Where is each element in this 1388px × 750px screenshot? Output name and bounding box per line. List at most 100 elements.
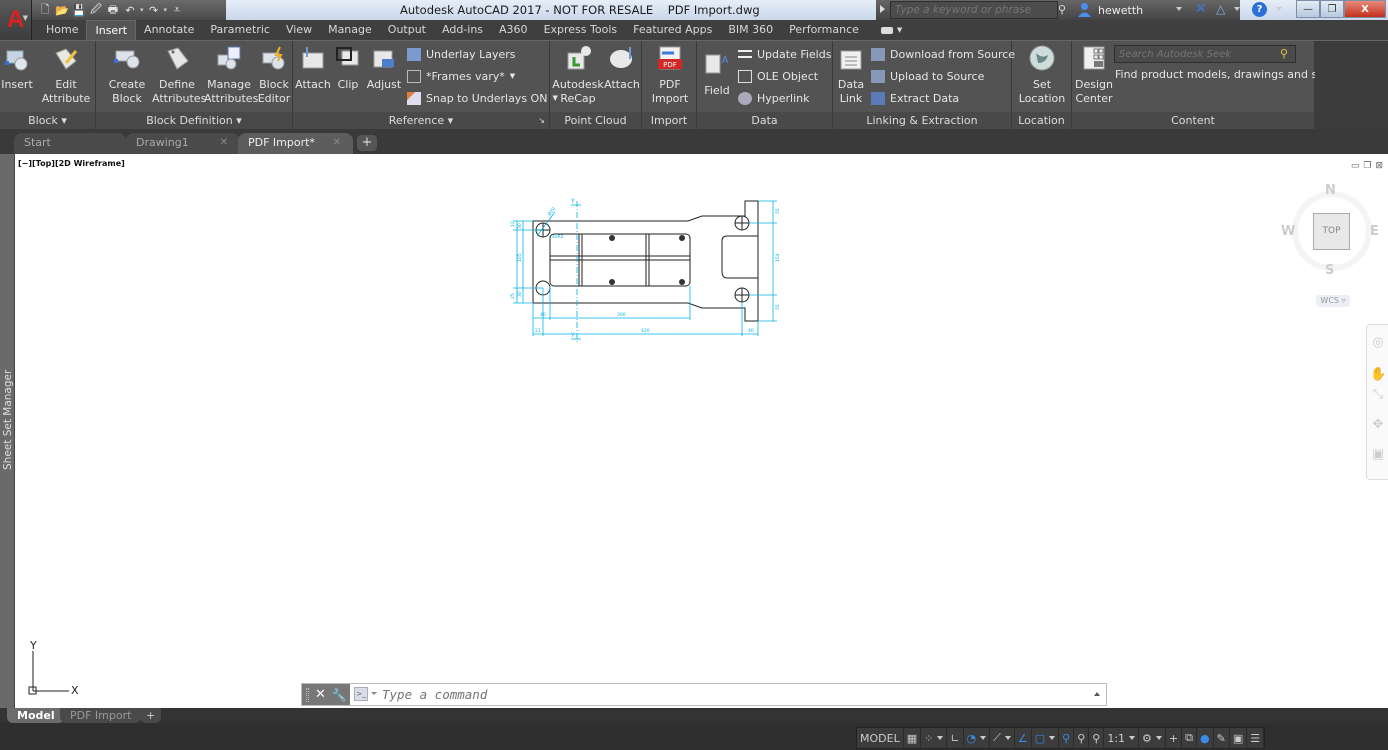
- object-snap-icon[interactable]: ▢: [1032, 727, 1060, 749]
- seek-search-icon[interactable]: ⚲: [1280, 47, 1288, 60]
- quick-properties-icon[interactable]: ●: [1197, 727, 1214, 749]
- plot-icon[interactable]: 🖶: [106, 3, 120, 17]
- tab-parametric[interactable]: Parametric: [202, 20, 278, 40]
- add-layout-button[interactable]: +: [140, 708, 162, 723]
- attach-reference-button[interactable]: Attach: [295, 45, 331, 92]
- cad-drawing[interactable]: 12 30 105 25 30 40 300 21 420 40 55 154 …: [505, 196, 785, 346]
- viewport-controls-label[interactable]: [−][Top][2D Wireframe]: [18, 159, 125, 168]
- upload-to-source-button[interactable]: Upload to Source: [871, 67, 984, 85]
- polar-tracking-icon[interactable]: ◔: [964, 727, 991, 749]
- annotation-visibility-icon[interactable]: ⚲: [1059, 727, 1075, 749]
- point-cloud-attach-button[interactable]: Attach: [604, 45, 640, 92]
- manage-attributes-button[interactable]: Manage Attributes: [204, 45, 258, 106]
- zoom-extents-icon[interactable]: ⤡: [1370, 387, 1386, 403]
- tab-add-ins[interactable]: Add-ins: [434, 20, 491, 40]
- command-input[interactable]: [382, 685, 1062, 704]
- file-tab-drawing1[interactable]: Drawing1 ✕: [126, 133, 240, 154]
- tab-a360[interactable]: A360: [491, 20, 536, 40]
- expand-search-icon[interactable]: [880, 5, 885, 13]
- panel-title-block[interactable]: Block ▾: [0, 112, 95, 130]
- command-history-icon[interactable]: [1094, 692, 1100, 696]
- redo-dropdown-icon[interactable]: ▾: [164, 6, 168, 14]
- steering-wheel-icon[interactable]: ◎: [1370, 335, 1386, 351]
- close-button[interactable]: X: [1344, 0, 1386, 18]
- pan-hand-icon[interactable]: ✋: [1370, 367, 1386, 383]
- file-tab-pdf-import[interactable]: PDF Import* ✕: [238, 133, 353, 154]
- undo-dropdown-icon[interactable]: ▾: [140, 6, 144, 14]
- sheet-set-manager-palette[interactable]: Sheet Set Manager: [0, 154, 15, 708]
- tab-bim-360[interactable]: BIM 360: [720, 20, 781, 40]
- compass-east[interactable]: E: [1370, 224, 1379, 239]
- field-button[interactable]: A Field: [699, 51, 735, 98]
- lock-ui-icon[interactable]: ✎: [1214, 727, 1230, 749]
- wrench-customize-icon[interactable]: 🔧: [332, 688, 347, 702]
- panel-title-block-definition[interactable]: Block Definition ▾: [96, 112, 292, 130]
- showmotion-icon[interactable]: ▣: [1370, 447, 1386, 463]
- snap-to-underlays-dropdown[interactable]: Snap to Underlays ON ▼: [407, 89, 558, 107]
- recent-commands-icon[interactable]: >_: [354, 687, 368, 701]
- close-command-line-icon[interactable]: ✕: [315, 687, 326, 702]
- tab-insert[interactable]: Insert: [86, 20, 137, 40]
- clip-button[interactable]: Clip: [333, 45, 363, 92]
- orbit-icon[interactable]: ✥: [1370, 417, 1386, 433]
- tab-performance[interactable]: Performance: [781, 20, 867, 40]
- ortho-icon[interactable]: ∟: [947, 727, 964, 749]
- new-tab-button[interactable]: +: [357, 135, 377, 151]
- ribbon-display-toggle[interactable]: ▼: [867, 20, 910, 40]
- a360-icon[interactable]: △: [1216, 2, 1225, 16]
- design-center-button[interactable]: Design Center: [1074, 45, 1114, 106]
- adjust-button[interactable]: Adjust: [365, 45, 403, 92]
- saveas-icon[interactable]: 🖉: [89, 3, 103, 17]
- user-dropdown-icon[interactable]: [1176, 7, 1182, 11]
- set-location-button[interactable]: Set Location: [1016, 45, 1068, 106]
- annotation-monitor-icon[interactable]: +: [1166, 727, 1183, 749]
- tab-featured-apps[interactable]: Featured Apps: [625, 20, 720, 40]
- insert-block-button[interactable]: Insert: [0, 45, 34, 92]
- model-space-toggle[interactable]: MODEL: [857, 727, 904, 749]
- underlay-layers-button[interactable]: Underlay Layers: [407, 45, 516, 63]
- wcs-menu[interactable]: WCS ▿: [1316, 295, 1350, 307]
- customize-qat-icon[interactable]: ⩡: [170, 3, 184, 17]
- tab-annotate[interactable]: Annotate: [136, 20, 202, 40]
- snap-mode-icon[interactable]: ⁘: [921, 727, 948, 749]
- recent-commands-dropdown-icon[interactable]: [371, 692, 377, 695]
- viewcube-top-face[interactable]: TOP: [1313, 213, 1350, 250]
- customization-menu-icon[interactable]: ☰: [1247, 727, 1265, 749]
- pdf-import-button[interactable]: PDF PDF Import: [646, 45, 694, 106]
- autodesk-recap-button[interactable]: Autodesk ReCap: [552, 45, 604, 106]
- drawing-canvas[interactable]: [−][Top][2D Wireframe] ▭ ❐ ⊠ 12 30 105 2…: [15, 154, 1388, 708]
- viewport-minimize-icon[interactable]: ▭: [1351, 161, 1360, 171]
- panel-title-reference[interactable]: Reference ▾ ↘: [293, 112, 549, 130]
- new-icon[interactable]: 🗋: [38, 3, 52, 17]
- units-icon[interactable]: ⧉: [1182, 727, 1197, 749]
- edit-attribute-button[interactable]: Edit Attribute: [40, 45, 92, 106]
- help-dropdown-icon[interactable]: [1276, 7, 1282, 11]
- grid-icon[interactable]: ▦: [904, 727, 922, 749]
- open-icon[interactable]: 📂: [55, 4, 69, 17]
- isolate-objects-icon[interactable]: ▣: [1230, 727, 1248, 749]
- viewport-restore-icon[interactable]: ❐: [1363, 161, 1371, 171]
- data-link-button[interactable]: Data Link: [835, 45, 867, 106]
- autodesk-seek-search-input[interactable]: [1114, 45, 1296, 63]
- keyword-search-input[interactable]: [890, 1, 1058, 19]
- annotation-scale-icon[interactable]: ⚲: [1089, 727, 1105, 749]
- extract-data-button[interactable]: Extract Data: [871, 89, 959, 107]
- close-tab-icon[interactable]: ✕: [333, 133, 341, 153]
- binoculars-search-icon[interactable]: ⚲: [1058, 3, 1066, 16]
- workspace-gear-icon[interactable]: ⚙: [1139, 727, 1166, 749]
- update-fields-button[interactable]: Update Fields: [738, 45, 831, 63]
- hyperlink-button[interactable]: Hyperlink: [738, 89, 810, 107]
- download-from-source-button[interactable]: Download from Source: [871, 45, 1015, 63]
- undo-icon[interactable]: ↶: [123, 4, 137, 17]
- object-snap-tracking-icon[interactable]: ∠: [1015, 727, 1032, 749]
- user-icon[interactable]: [1078, 2, 1091, 17]
- tab-home[interactable]: Home: [38, 20, 86, 40]
- file-tab-start[interactable]: Start: [14, 133, 126, 154]
- help-icon[interactable]: ?: [1252, 2, 1267, 17]
- frames-vary-dropdown[interactable]: *Frames vary* ▼: [407, 67, 515, 85]
- layout-tab-model[interactable]: Model: [7, 708, 65, 723]
- compass-west[interactable]: W: [1281, 224, 1295, 239]
- create-block-button[interactable]: Create Block: [104, 45, 150, 106]
- layout-tab-pdf-import[interactable]: PDF Import: [60, 708, 142, 723]
- dialog-launcher-icon[interactable]: ↘: [538, 112, 545, 130]
